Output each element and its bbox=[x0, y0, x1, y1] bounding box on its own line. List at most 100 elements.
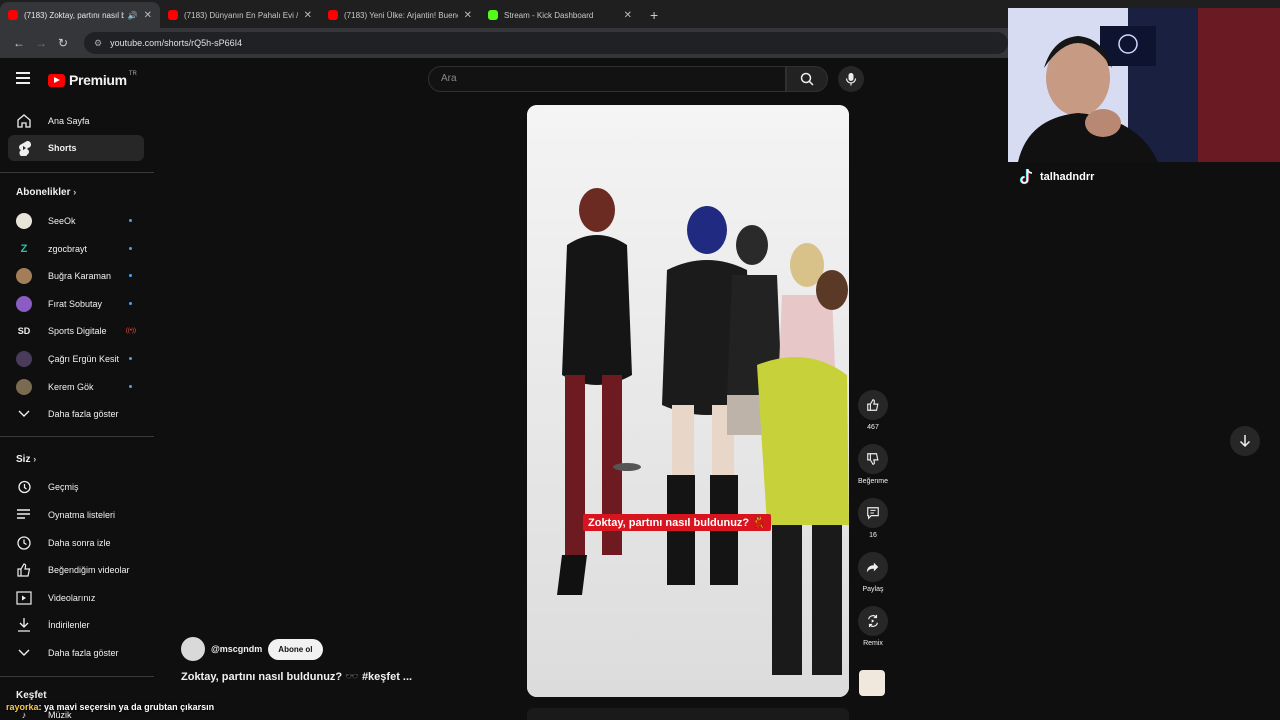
close-tab-icon[interactable]: ✕ bbox=[304, 10, 312, 21]
sidebar-item-label: Buğra Karaman bbox=[48, 271, 112, 281]
sidebar-sub-sports[interactable]: SD Sports Digitale ((•)) bbox=[8, 318, 144, 344]
dislike-button[interactable] bbox=[858, 444, 888, 474]
show-more-subscriptions[interactable]: Daha fazla göster bbox=[8, 401, 144, 427]
sidebar-item-label: Videolarınız bbox=[48, 593, 96, 603]
menu-icon[interactable] bbox=[16, 72, 30, 87]
sidebar-item-your-videos[interactable]: Videolarınız bbox=[8, 585, 144, 611]
share-label: Paylaş bbox=[862, 586, 884, 593]
url-text: youtube.com/shorts/rQ5h-sP66I4 bbox=[110, 38, 243, 48]
search-input[interactable]: Ara bbox=[428, 66, 786, 92]
tab-title: (7183) Zoktay, partını nasıl bulduunuz? bbox=[24, 10, 124, 20]
tab-title: Stream - Kick Dashboard bbox=[504, 10, 594, 20]
browser-tab-1[interactable]: (7183) Zoktay, partını nasıl bulduunuz? … bbox=[0, 2, 160, 28]
remix-action[interactable]: Remix bbox=[857, 606, 889, 647]
comment-icon bbox=[867, 507, 879, 520]
sidebar-item-shorts[interactable]: Shorts bbox=[8, 135, 144, 161]
arrow-down-icon bbox=[1239, 435, 1251, 448]
youtube-logo[interactable]: Premium TR bbox=[48, 71, 137, 88]
tab-title: (7183) Dünyanın En Pahalı Evi / ... bbox=[184, 10, 298, 20]
sidebar-item-label: Beğendiğim videolar bbox=[48, 565, 130, 575]
sidebar-item-downloads[interactable]: İndirilenler bbox=[8, 612, 144, 638]
site-info-icon[interactable]: ⚙ bbox=[94, 38, 102, 49]
close-tab-icon[interactable]: ✕ bbox=[464, 10, 472, 21]
download-icon bbox=[16, 617, 32, 633]
sidebar-item-watch-later[interactable]: Daha sonra izle bbox=[8, 530, 144, 556]
you-heading[interactable]: Siz › bbox=[16, 454, 36, 465]
close-tab-icon[interactable]: ✕ bbox=[144, 10, 152, 21]
divider bbox=[0, 436, 154, 437]
sidebar-sub-seeok[interactable]: SeeOk bbox=[8, 208, 144, 234]
new-content-dot bbox=[129, 219, 132, 222]
sidebar-item-liked-videos[interactable]: Beğendiğim videolar bbox=[8, 557, 144, 583]
like-action[interactable]: 467 bbox=[857, 390, 889, 431]
sidebar-sub-kerem[interactable]: Kerem Gök bbox=[8, 374, 144, 400]
remix-button[interactable] bbox=[858, 606, 888, 636]
new-tab-button[interactable]: + bbox=[640, 2, 668, 28]
url-field[interactable]: ⚙ youtube.com/shorts/rQ5h-sP66I4 bbox=[84, 32, 1008, 54]
sidebar-item-label: Geçmiş bbox=[48, 482, 79, 492]
tiktok-handle: talhadndrr bbox=[1018, 168, 1094, 186]
sidebar-item-history[interactable]: Geçmiş bbox=[8, 474, 144, 500]
sidebar-item-label: Shorts bbox=[48, 143, 77, 153]
remix-label: Remix bbox=[863, 640, 883, 647]
history-icon bbox=[16, 479, 32, 495]
explore-heading: Keşfet bbox=[16, 690, 47, 701]
channel-name[interactable]: @mscgndm bbox=[211, 644, 262, 654]
sidebar-item-label: Daha sonra izle bbox=[48, 538, 111, 548]
sidebar-sub-firat[interactable]: Fırat Sobutay bbox=[8, 291, 144, 317]
subscribe-button[interactable]: Abone ol bbox=[268, 638, 323, 660]
logo-text: Premium bbox=[69, 72, 127, 88]
forward-button[interactable]: → bbox=[30, 36, 52, 50]
close-tab-icon[interactable]: ✕ bbox=[624, 10, 632, 21]
avatar bbox=[16, 351, 32, 367]
youtube-header: Premium TR Ara bbox=[0, 60, 1008, 100]
sidebar-item-label: Daha fazla göster bbox=[48, 648, 119, 658]
reload-button[interactable]: ↻ bbox=[52, 36, 74, 50]
dislike-label: Beğenme bbox=[858, 478, 888, 485]
speaker-icon[interactable]: 🔊 bbox=[128, 11, 138, 20]
divider bbox=[0, 172, 154, 173]
sound-thumbnail[interactable] bbox=[859, 670, 885, 696]
share-action[interactable]: Paylaş bbox=[857, 552, 889, 593]
comments-button[interactable] bbox=[858, 498, 888, 528]
mic-icon bbox=[845, 73, 857, 86]
browser-tab-3[interactable]: (7183) Yeni Ülke: Arjantin! Buenos Aires… bbox=[320, 2, 480, 28]
next-short-button[interactable] bbox=[1230, 426, 1260, 456]
like-button[interactable] bbox=[858, 390, 888, 420]
video-icon bbox=[16, 590, 32, 606]
kick-icon bbox=[488, 10, 498, 20]
sidebar-item-playlists[interactable]: Oynatma listeleri bbox=[8, 502, 144, 528]
sidebar-item-home[interactable]: Ana Sayfa bbox=[8, 108, 144, 134]
sidebar-item-label: SeeOk bbox=[48, 216, 76, 226]
youtube-icon bbox=[328, 10, 338, 20]
comments-action[interactable]: 16 bbox=[857, 498, 889, 539]
sidebar-item-label: Oynatma listeleri bbox=[48, 510, 116, 520]
video-frame bbox=[527, 105, 849, 697]
chat-text: : ya mavi seçersin ya da grubtan çıkarsı… bbox=[38, 702, 215, 712]
dislike-action[interactable]: Beğenme bbox=[857, 444, 889, 485]
voice-search-button[interactable] bbox=[838, 66, 864, 92]
browser-tab-4[interactable]: Stream - Kick Dashboard ✕ bbox=[480, 2, 640, 28]
sidebar-sub-bugra[interactable]: Buğra Karaman bbox=[8, 263, 144, 289]
share-button[interactable] bbox=[858, 552, 888, 582]
avatar bbox=[16, 213, 32, 229]
tab-title: (7183) Yeni Ülke: Arjantin! Buenos Aires bbox=[344, 10, 458, 20]
sidebar: Ana Sayfa Shorts Abonelikler › SeeOk Z z… bbox=[0, 100, 154, 720]
webcam-overlay bbox=[1008, 8, 1280, 162]
subscriptions-heading[interactable]: Abonelikler › bbox=[16, 187, 76, 198]
search-button[interactable] bbox=[786, 66, 828, 92]
sidebar-sub-cagri[interactable]: Çağrı Ergün Kesit bbox=[8, 346, 144, 372]
browser-tab-2[interactable]: (7183) Dünyanın En Pahalı Evi / ... ✕ bbox=[160, 2, 320, 28]
new-content-dot bbox=[129, 274, 132, 277]
playlist-icon bbox=[16, 507, 32, 523]
short-title[interactable]: Zoktay, partını nasıl buldunuz? 🕶️ #keşf… bbox=[181, 670, 412, 683]
avatar bbox=[16, 379, 32, 395]
tiktok-handle-text: talhadndrr bbox=[1040, 171, 1095, 183]
thumbs-down-icon bbox=[867, 453, 879, 465]
channel-avatar[interactable] bbox=[181, 637, 205, 661]
show-more-you[interactable]: Daha fazla göster bbox=[8, 640, 144, 666]
video-caption: Zoktay, partını nasıl buldunuz? 💃 bbox=[583, 514, 771, 531]
sidebar-sub-zgocbrayt[interactable]: Z zgocbrayt bbox=[8, 236, 144, 262]
short-video-player[interactable] bbox=[527, 105, 849, 697]
back-button[interactable]: ← bbox=[8, 36, 30, 50]
